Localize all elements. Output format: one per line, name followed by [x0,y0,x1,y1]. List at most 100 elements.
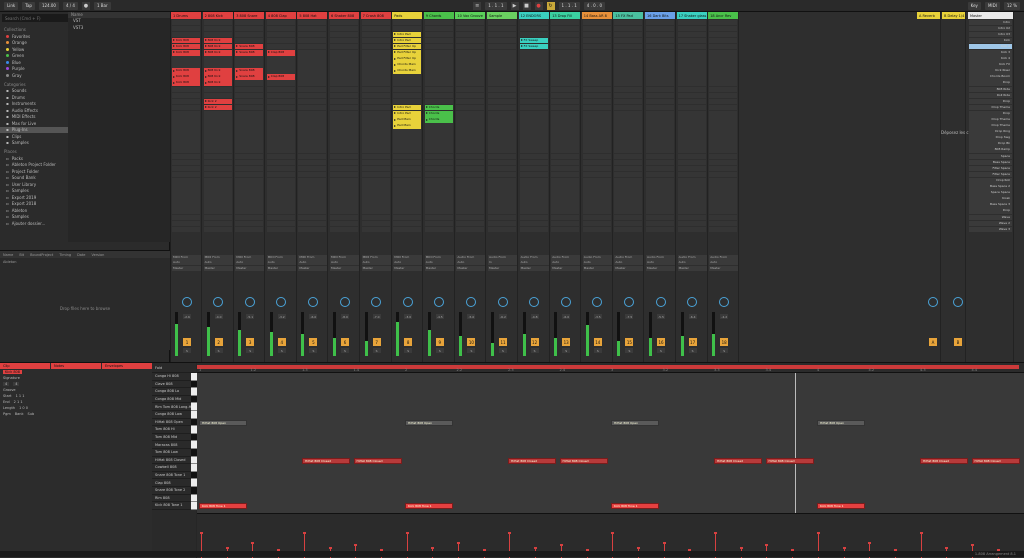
io-mon-chooser[interactable]: Auto [456,260,485,265]
clip-slot[interactable]: Pad Filter Up [393,56,421,62]
io-out-chooser[interactable]: Master [298,266,327,271]
tap-button[interactable]: Tap [22,2,35,10]
empty-slot[interactable] [298,202,326,208]
volume-value[interactable]: -6.0 [562,314,570,319]
empty-slot[interactable] [172,221,200,227]
end-value[interactable]: 2 1 1 [14,400,23,404]
track-activator-button[interactable]: 2 [215,338,223,346]
empty-slot[interactable] [583,26,611,32]
volume-value[interactable]: -4.5 [436,314,444,319]
io-out-chooser[interactable]: Master [204,266,233,271]
empty-slot[interactable] [678,215,706,221]
io-out-chooser[interactable]: Master [551,266,580,271]
clip-slot[interactable]: Chords [425,105,453,111]
empty-slot[interactable] [456,87,484,93]
empty-slot[interactable] [235,93,263,99]
drum-lane-name[interactable]: Tom 808 Hi [152,426,196,434]
empty-slot[interactable] [614,135,642,141]
clip-slot[interactable]: Pad Main [393,123,421,129]
send-knob-icon[interactable] [928,297,938,307]
empty-slot[interactable] [614,105,642,111]
empty-slot[interactable] [362,50,390,56]
empty-slot[interactable] [520,68,548,74]
io-out-chooser[interactable]: Master [646,266,675,271]
send-knob-icon[interactable] [340,297,350,307]
drum-lane-name[interactable]: Clap 808 [152,479,196,487]
empty-slot[interactable] [709,123,737,129]
clip-slot[interactable]: 808 Kick [204,74,232,80]
empty-slot[interactable] [172,154,200,160]
empty-slot[interactable] [646,208,674,214]
empty-slot[interactable] [614,74,642,80]
track-activator-button[interactable]: 4 [278,338,286,346]
solo-button[interactable]: S [246,348,254,353]
scene-launch[interactable]: Kick Riser [969,68,1012,74]
send-knob-icon[interactable] [245,297,255,307]
empty-slot[interactable] [678,74,706,80]
empty-slot[interactable] [678,93,706,99]
clip-slot[interactable]: Kick 808 [172,80,200,86]
empty-slot[interactable] [298,44,326,50]
scene-launch[interactable]: Kick 2 [969,44,1012,50]
empty-slot[interactable] [646,215,674,221]
empty-slot[interactable] [235,202,263,208]
track-title[interactable]: 15 FX Pad [613,12,643,19]
empty-slot[interactable] [393,184,421,190]
io-mon-chooser[interactable]: Auto [330,260,359,265]
empty-slot[interactable] [204,208,232,214]
empty-slot[interactable] [362,221,390,227]
empty-slot[interactable] [172,129,200,135]
empty-slot[interactable] [614,68,642,74]
solo-button[interactable]: S [373,348,381,353]
empty-slot[interactable] [709,196,737,202]
envelopes-section-header[interactable]: Envelopes [102,363,152,369]
io-input-chooser[interactable]: Audio From [678,255,707,260]
volume-value[interactable]: -4.0 [215,314,223,319]
empty-slot[interactable] [204,129,232,135]
empty-slot[interactable] [678,105,706,111]
io-mon-chooser[interactable]: Auto [678,260,707,265]
empty-slot[interactable] [678,190,706,196]
note-kick[interactable]: Kick 808 Tone 1 [405,503,453,509]
send-knob-icon[interactable] [529,297,539,307]
volume-value[interactable]: -3.5 [594,314,602,319]
drum-lane-name[interactable]: Clave 808 [152,381,196,389]
empty-slot[interactable] [678,172,706,178]
empty-slot[interactable] [646,56,674,62]
track-activator-button[interactable]: 14 [594,338,602,346]
io-mon-chooser[interactable]: Auto [235,260,264,265]
empty-slot[interactable] [298,87,326,93]
empty-slot[interactable] [267,123,295,129]
empty-slot[interactable] [678,56,706,62]
empty-slot[interactable] [330,80,358,86]
empty-slot[interactable] [551,44,579,50]
empty-slot[interactable] [520,74,548,80]
empty-slot[interactable] [456,154,484,160]
send-knob-icon[interactable] [719,297,729,307]
empty-slot[interactable] [678,44,706,50]
midi-map-button[interactable]: MIDI [985,2,1000,10]
empty-slot[interactable] [204,154,232,160]
clip-slot[interactable]: Clap 808 [267,74,295,80]
empty-slot[interactable] [614,208,642,214]
empty-slot[interactable] [488,160,516,166]
track-activator-button[interactable]: 6 [341,338,349,346]
empty-slot[interactable] [520,32,548,38]
empty-slot[interactable] [425,129,453,135]
empty-slot[interactable] [614,227,642,233]
empty-slot[interactable] [583,184,611,190]
empty-slot[interactable] [204,215,232,221]
drum-lane-name[interactable]: Snare 808 Tone 2 [152,487,196,495]
clip-slot[interactable]: Kick 808 [172,50,200,56]
empty-slot[interactable] [551,117,579,123]
track-activator-button[interactable]: 17 [689,338,697,346]
empty-slot[interactable] [551,62,579,68]
empty-slot[interactable] [488,227,516,233]
track-title[interactable]: 2 808 Kick [203,12,233,19]
empty-slot[interactable] [330,123,358,129]
scene-launch[interactable]: Space Space [969,190,1012,196]
empty-slot[interactable] [678,135,706,141]
drum-lane-name[interactable]: Snare 808 Tone 1 [152,472,196,480]
scene-launch[interactable]: 808 Ramp [969,147,1012,153]
empty-slot[interactable] [520,172,548,178]
